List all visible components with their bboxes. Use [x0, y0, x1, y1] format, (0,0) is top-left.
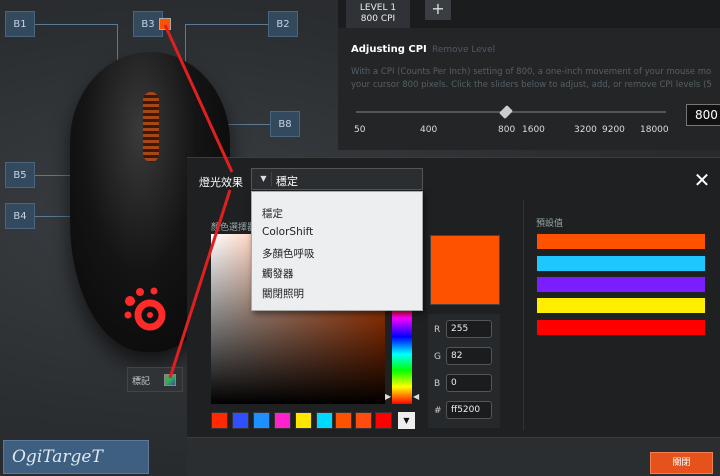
- b-input[interactable]: 0: [446, 374, 492, 392]
- hue-slider[interactable]: [392, 308, 412, 404]
- pad-b5[interactable]: B5: [5, 162, 35, 188]
- lighting-dialog: 燈光效果 ▼ 穩定 穩定 ColorShift 多顏色呼吸 觸發器 關閉照明 ✕…: [187, 157, 720, 476]
- pad-b3-color-swatch: [159, 18, 171, 30]
- swatch[interactable]: [316, 412, 333, 429]
- close-button[interactable]: 關閉: [650, 452, 713, 474]
- tab-level-label: LEVEL 1: [359, 3, 397, 13]
- pad-b8[interactable]: B8: [270, 111, 300, 137]
- preset-swatch[interactable]: [536, 319, 706, 336]
- r-label: R: [434, 325, 441, 335]
- effect-option[interactable]: ColorShift: [262, 226, 313, 238]
- hex-label: #: [434, 406, 442, 416]
- tab-level-1[interactable]: LEVEL 1 800 CPI: [346, 0, 410, 28]
- color-preview: [430, 235, 500, 305]
- leader-line: [35, 175, 75, 176]
- preset-swatch[interactable]: [536, 297, 706, 314]
- binding-label-text: 標記: [132, 377, 151, 387]
- b-label: B: [434, 379, 441, 389]
- chevron-down-icon: ▼: [256, 172, 272, 186]
- preset-label: 預設值: [536, 219, 564, 229]
- dialog-title: 燈光效果: [199, 176, 243, 189]
- hue-arrow-icon: ▶: [385, 392, 392, 401]
- pad-b1[interactable]: B1: [5, 11, 35, 37]
- leader-line: [35, 216, 75, 217]
- effect-option[interactable]: 觸發器: [262, 266, 294, 281]
- steelseries-logo-icon: [124, 287, 166, 331]
- close-icon[interactable]: ✕: [692, 170, 712, 190]
- effect-dropdown-menu: 穩定 ColorShift 多顏色呼吸 觸發器 關閉照明: [251, 191, 423, 311]
- effect-option[interactable]: 多顏色呼吸: [262, 246, 315, 261]
- cpi-tick: 3200: [574, 125, 597, 135]
- chevron-down-icon[interactable]: ▼: [398, 412, 415, 429]
- tab-level-cpi: 800 CPI: [360, 14, 396, 24]
- binding-color-swatch: [164, 374, 176, 386]
- remove-level-link[interactable]: Remove Level: [432, 45, 495, 55]
- cpi-tick: 50: [354, 125, 366, 135]
- color-picker-label: 顏色選擇器: [211, 223, 257, 233]
- effect-option[interactable]: 關閉照明: [262, 286, 304, 301]
- swatch[interactable]: [355, 412, 372, 429]
- swatch[interactable]: [295, 412, 312, 429]
- cpi-desc-line: your cursor 800 pixels. Click the slider…: [351, 80, 712, 90]
- preset-swatch[interactable]: [536, 276, 706, 293]
- effect-option[interactable]: 穩定: [262, 206, 283, 221]
- swatch[interactable]: [253, 412, 270, 429]
- pad-b2[interactable]: B2: [268, 11, 298, 37]
- preset-swatch[interactable]: [536, 255, 706, 272]
- hue-arrow-icon: ◀: [413, 392, 420, 401]
- add-level-button[interactable]: +: [425, 0, 451, 20]
- watermark-logo: OgiTargeT: [3, 440, 149, 474]
- cpi-tick: 9200: [602, 125, 625, 135]
- swatch[interactable]: [211, 412, 228, 429]
- cpi-value-input[interactable]: 800: [686, 104, 720, 126]
- cpi-tick: 18000: [640, 125, 669, 135]
- scroll-wheel: [143, 92, 159, 162]
- leader-line: [35, 24, 117, 25]
- binding-label[interactable]: 標記: [127, 367, 183, 392]
- g-input[interactable]: 82: [446, 347, 492, 365]
- swatch[interactable]: [274, 412, 291, 429]
- effect-dropdown[interactable]: ▼ 穩定: [251, 168, 423, 190]
- cpi-desc-line: With a CPI (Counts Per Inch) setting of …: [351, 67, 712, 77]
- dialog-footer: 關閉: [187, 437, 720, 476]
- effect-dropdown-value: 穩定: [276, 175, 298, 188]
- divider: [523, 200, 524, 430]
- pad-b4[interactable]: B4: [5, 203, 35, 229]
- swatch[interactable]: [232, 412, 249, 429]
- preset-swatch[interactable]: [536, 233, 706, 250]
- cpi-tick: 800: [498, 125, 516, 135]
- rgb-panel: R 255 G 82 B 0 # ff5200: [428, 314, 500, 428]
- cpi-title: Adjusting CPI: [351, 44, 427, 55]
- cpi-description: With a CPI (Counts Per Inch) setting of …: [351, 66, 720, 92]
- swatch[interactable]: [375, 412, 392, 429]
- hex-input[interactable]: ff5200: [446, 401, 492, 419]
- swatch[interactable]: [335, 412, 352, 429]
- g-label: G: [434, 352, 441, 362]
- cpi-tick: 400: [420, 125, 438, 135]
- r-input[interactable]: 255: [446, 320, 492, 338]
- leader-line: [185, 24, 268, 25]
- cpi-tick: 1600: [522, 125, 545, 135]
